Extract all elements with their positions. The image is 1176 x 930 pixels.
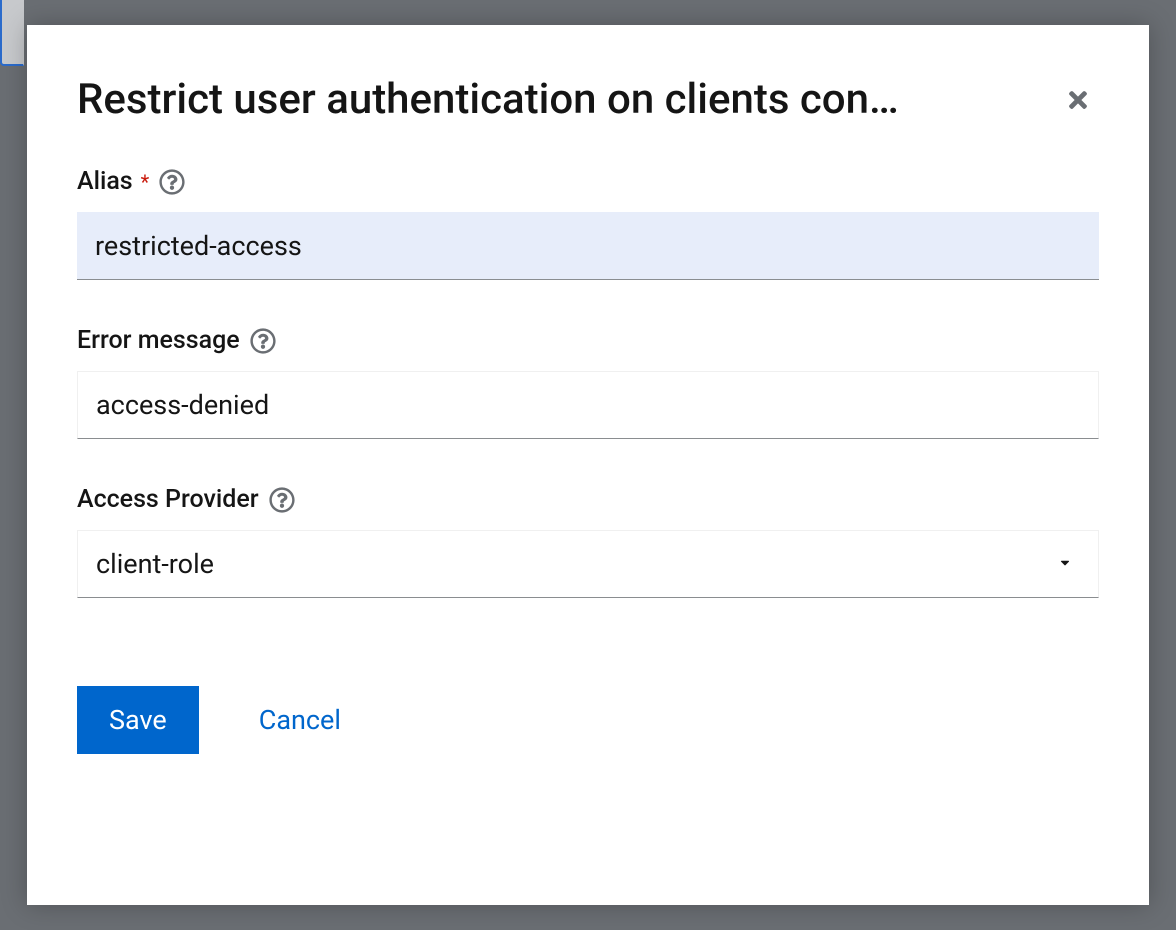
- required-asterisk: *: [141, 170, 150, 194]
- help-icon[interactable]: [269, 487, 295, 513]
- help-icon[interactable]: [250, 328, 276, 354]
- alias-input[interactable]: [77, 212, 1099, 280]
- modal-footer: Save Cancel: [77, 686, 1099, 754]
- alias-label-row: Alias *: [77, 167, 1099, 196]
- error-message-label-row: Error message: [77, 326, 1099, 355]
- access-provider-select[interactable]: client-role: [77, 530, 1099, 598]
- error-message-field-group: Error message: [77, 326, 1099, 439]
- access-provider-select-wrapper: client-role: [77, 530, 1099, 598]
- access-provider-field-group: Access Provider client-role: [77, 485, 1099, 598]
- modal-header: Restrict user authentication on clients …: [77, 75, 1099, 125]
- error-message-label: Error message: [77, 326, 240, 355]
- close-icon: [1065, 101, 1091, 116]
- error-message-input[interactable]: [77, 371, 1099, 439]
- alias-field-group: Alias *: [77, 167, 1099, 280]
- modal-title: Restrict user authentication on clients …: [77, 75, 899, 125]
- background-tab: [0, 0, 24, 66]
- alias-label: Alias: [77, 167, 133, 196]
- modal-dialog: Restrict user authentication on clients …: [27, 25, 1149, 905]
- save-button[interactable]: Save: [77, 686, 199, 754]
- access-provider-label-row: Access Provider: [77, 485, 1099, 514]
- help-icon[interactable]: [159, 169, 185, 195]
- close-button[interactable]: [1057, 79, 1099, 124]
- access-provider-label: Access Provider: [77, 485, 259, 514]
- cancel-button[interactable]: Cancel: [259, 704, 341, 736]
